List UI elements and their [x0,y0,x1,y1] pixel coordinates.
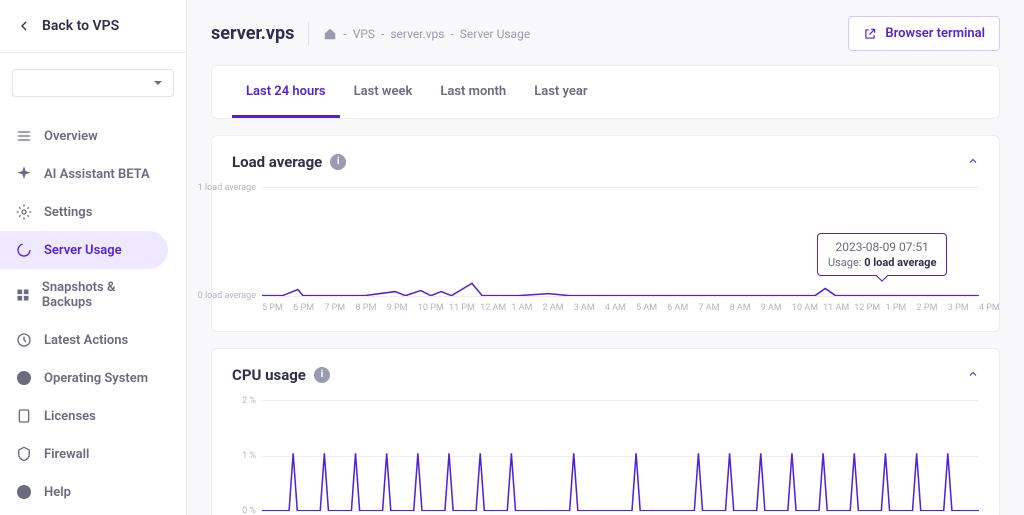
tooltip-timestamp: 2023-08-09 07:51 [828,240,936,254]
chevron-up-icon [967,155,979,167]
y-axis-label: 1 load average [198,183,256,193]
collapse-toggle[interactable] [967,152,979,171]
breadcrumb-item: Server Usage [460,27,530,41]
collapse-toggle[interactable] [967,365,979,384]
divider [308,22,309,46]
cpu-usage-card: CPU usage i 2 % 1 % 0 % 5 PM6 PM7 PM8 PM… [211,348,1000,515]
info-icon [16,370,32,386]
sidebar-item-firewall[interactable]: Firewall [0,435,168,473]
sidebar-item-label: Operating System [44,371,148,386]
card-title: CPU usage [232,366,306,384]
sidebar-item-help[interactable]: Help [0,473,168,511]
sidebar-item-label: Firewall [44,447,89,462]
sidebar-item-label: Snapshots & Backups [42,280,152,310]
clipboard-icon [16,408,32,424]
sidebar-item-settings[interactable]: Settings [0,193,168,231]
chart-tooltip: 2023-08-09 07:51 Usage: 0 load average [817,233,947,276]
sidebar-item-snapshots[interactable]: Snapshots & Backups [0,269,168,321]
gear-icon [16,204,32,220]
cpu-usage-chart[interactable]: 2 % 1 % 0 % [262,400,979,512]
tab-week[interactable]: Last week [340,66,427,118]
y-axis-label: 2 % [242,396,256,406]
breadcrumb: - VPS - server.vps - Server Usage [323,27,834,41]
sidebar-item-label: Server Usage [44,243,122,258]
sidebar-item-licenses[interactable]: Licenses [0,397,168,435]
card-title: Load average [232,153,322,171]
list-icon [16,128,32,144]
sidebar-item-ai[interactable]: AI Assistant BETA [0,155,168,193]
sidebar-item-label: Licenses [44,409,96,424]
shield-icon [16,446,32,462]
external-link-icon [863,27,877,41]
grid-icon [16,287,30,303]
y-axis-label: 0 load average [198,291,256,301]
load-average-card: Load average i 1 load average 0 load ave… [211,135,1000,332]
sidebar-item-label: Help [44,485,71,500]
x-axis: 5 PM6 PM7 PM8 PM9 PM10 PM11 PM12 AM1 AM2… [262,303,979,313]
tab-year[interactable]: Last year [520,66,601,118]
history-icon [16,332,32,348]
sparkle-icon [16,166,32,182]
y-axis-label: 0 % [242,506,256,515]
y-axis-label: 1 % [242,451,256,461]
time-range-tabs-card: Last 24 hours Last week Last month Last … [211,65,1000,119]
load-average-chart[interactable]: 1 load average 0 load average 2023-08-09… [262,187,979,297]
info-icon[interactable]: i [330,154,346,170]
server-dropdown[interactable] [12,69,174,97]
sidebar-item-os[interactable]: Operating System [0,359,168,397]
sidebar-item-overview[interactable]: Overview [0,117,168,155]
sidebar-item-label: AI Assistant BETA [44,167,150,182]
breadcrumb-item[interactable]: VPS [353,27,375,41]
arrow-left-icon [16,18,32,34]
home-icon[interactable] [323,27,337,41]
caret-down-icon [153,78,163,88]
chart-line [262,396,979,511]
divider [0,52,186,53]
breadcrumb-item[interactable]: server.vps [390,27,444,41]
back-label: Back to VPS [42,18,119,34]
help-icon [16,484,32,500]
tab-month[interactable]: Last month [426,66,520,118]
sidebar-item-label: Overview [44,129,98,144]
chevron-up-icon [967,368,979,380]
info-icon[interactable]: i [314,367,330,383]
sidebar-item-latest[interactable]: Latest Actions [0,321,168,359]
tab-24h[interactable]: Last 24 hours [232,66,340,118]
usage-icon [16,242,32,258]
button-label: Browser terminal [885,26,985,41]
browser-terminal-button[interactable]: Browser terminal [848,16,1000,51]
sidebar-item-label: Latest Actions [44,333,128,348]
sidebar-item-server-usage[interactable]: Server Usage [0,231,168,269]
page-title: server.vps [211,23,294,44]
sidebar-item-label: Settings [44,205,92,220]
back-link[interactable]: Back to VPS [0,0,186,52]
